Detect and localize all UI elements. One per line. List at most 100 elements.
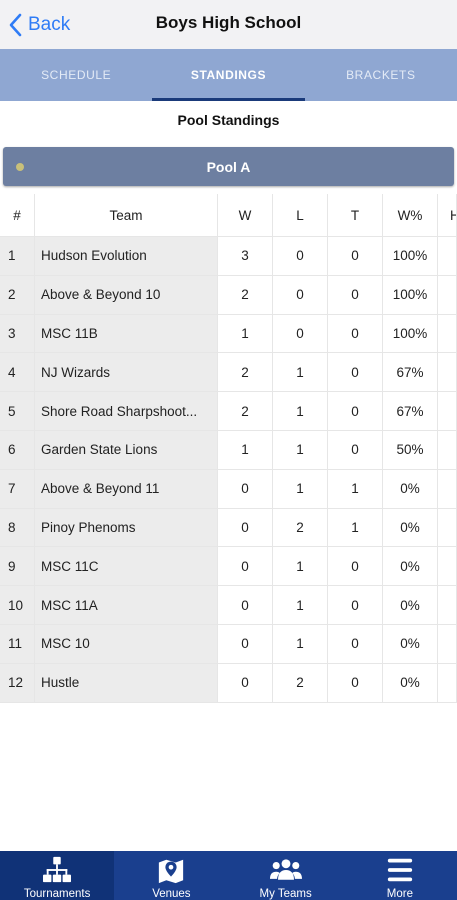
wins-cell: 1 bbox=[218, 430, 273, 470]
wins-cell: 0 bbox=[218, 624, 273, 664]
ties-cell: 0 bbox=[328, 430, 383, 470]
table-row[interactable]: 5 Shore Road Sharpshoot... 2 1 0 67% bbox=[0, 392, 457, 431]
team-name-cell: MSC 11C bbox=[35, 547, 218, 587]
table-row[interactable]: 9 MSC 11C 0 1 0 0% bbox=[0, 547, 457, 587]
table-header-row: # Team W L T W% H bbox=[0, 194, 457, 237]
header-losses[interactable]: L bbox=[273, 194, 328, 237]
table-row[interactable]: 6 Garden State Lions 1 1 0 50% bbox=[0, 430, 457, 470]
team-name: Garden State Lions bbox=[41, 442, 158, 458]
rank-cell: 9 bbox=[0, 547, 35, 587]
pool-header[interactable]: Pool A bbox=[3, 147, 454, 186]
team-name: MSC 11A bbox=[41, 597, 98, 613]
section-title: Pool Standings bbox=[177, 112, 280, 128]
tabbar-more-label: More bbox=[386, 888, 413, 900]
ties-cell: 0 bbox=[328, 547, 383, 587]
rank-cell: 1 bbox=[0, 237, 35, 276]
header-ties[interactable]: T bbox=[328, 194, 383, 237]
team-name: MSC 11B bbox=[41, 325, 98, 341]
team-name: NJ Wizards bbox=[41, 364, 111, 380]
wins-cell: 3 bbox=[218, 237, 273, 276]
rank-cell: 6 bbox=[0, 430, 35, 470]
losses-cell: 1 bbox=[273, 469, 328, 509]
header-team[interactable]: Team bbox=[35, 194, 218, 237]
wins-cell: 0 bbox=[218, 508, 273, 548]
win-pct-cell: 0% bbox=[383, 586, 438, 625]
extra-cell bbox=[438, 430, 457, 470]
menu-icon bbox=[387, 858, 413, 882]
table-row[interactable]: 1 Hudson Evolution 3 0 0 100% bbox=[0, 237, 457, 276]
wins-cell: 2 bbox=[218, 353, 273, 393]
tabbar-venues[interactable]: Venues bbox=[114, 851, 228, 900]
team-name: Above & Beyond 11 bbox=[41, 481, 160, 497]
table-row[interactable]: 10 MSC 11A 0 1 0 0% bbox=[0, 586, 457, 625]
team-name-cell: Above & Beyond 10 bbox=[35, 275, 218, 315]
page-title: Boys High School bbox=[155, 13, 302, 32]
ties-cell: 0 bbox=[328, 353, 383, 393]
losses-cell: 2 bbox=[273, 663, 328, 703]
table-row[interactable]: 11 MSC 10 0 1 0 0% bbox=[0, 624, 457, 664]
header-num[interactable]: # bbox=[0, 194, 35, 237]
ties-cell: 0 bbox=[328, 663, 383, 703]
rank-cell: 10 bbox=[0, 586, 35, 625]
rank-cell: 5 bbox=[0, 392, 35, 431]
losses-cell: 1 bbox=[273, 624, 328, 664]
losses-cell: 0 bbox=[273, 314, 328, 354]
table-row[interactable]: 12 Hustle 0 2 0 0% bbox=[0, 663, 457, 703]
team-name-cell: Hudson Evolution bbox=[35, 237, 218, 276]
header-win-pct[interactable]: W% bbox=[383, 194, 438, 237]
team-name-cell: Pinoy Phenoms bbox=[35, 508, 218, 548]
losses-cell: 2 bbox=[273, 508, 328, 548]
table-row[interactable]: 8 Pinoy Phenoms 0 2 1 0% bbox=[0, 508, 457, 548]
nav-bar: Back Boys High School bbox=[0, 0, 457, 49]
rank-cell: 4 bbox=[0, 353, 35, 393]
table-row[interactable]: 3 MSC 11B 1 0 0 100% bbox=[0, 314, 457, 354]
header-wins[interactable]: W bbox=[218, 194, 273, 237]
extra-cell bbox=[438, 469, 457, 509]
tabbar-more[interactable]: More bbox=[343, 851, 457, 900]
tab-standings[interactable]: STANDINGS bbox=[152, 49, 305, 101]
win-pct-cell: 100% bbox=[383, 275, 438, 315]
extra-cell bbox=[438, 353, 457, 393]
team-name: Above & Beyond 10 bbox=[41, 287, 161, 303]
extra-cell bbox=[438, 314, 457, 354]
rank-cell: 8 bbox=[0, 508, 35, 548]
win-pct-cell: 0% bbox=[383, 663, 438, 703]
team-name-cell: Shore Road Sharpshoot... bbox=[35, 392, 218, 431]
tab-brackets[interactable]: BRACKETS bbox=[305, 49, 457, 101]
team-name: MSC 10 bbox=[41, 636, 90, 652]
win-pct-cell: 0% bbox=[383, 508, 438, 548]
team-name-cell: Above & Beyond 11 bbox=[35, 469, 218, 509]
tab-schedule[interactable]: SCHEDULE bbox=[0, 49, 152, 101]
losses-cell: 1 bbox=[273, 353, 328, 393]
rank-cell: 2 bbox=[0, 275, 35, 315]
team-name: Pinoy Phenoms bbox=[41, 519, 136, 535]
wins-cell: 0 bbox=[218, 469, 273, 509]
table-row[interactable]: 2 Above & Beyond 10 2 0 0 100% bbox=[0, 275, 457, 315]
win-pct-cell: 50% bbox=[383, 430, 438, 470]
ties-cell: 1 bbox=[328, 508, 383, 548]
wins-cell: 0 bbox=[218, 547, 273, 587]
header-extra[interactable]: H bbox=[438, 194, 457, 237]
team-icon bbox=[269, 859, 302, 880]
tabbar-my-teams[interactable]: My Teams bbox=[229, 851, 343, 900]
extra-cell bbox=[438, 392, 457, 431]
losses-cell: 1 bbox=[273, 430, 328, 470]
table-row[interactable]: 4 NJ Wizards 2 1 0 67% bbox=[0, 353, 457, 393]
win-pct-cell: 0% bbox=[383, 469, 438, 509]
win-pct-cell: 67% bbox=[383, 353, 438, 393]
losses-cell: 0 bbox=[273, 237, 328, 276]
segment-tabs: SCHEDULE STANDINGS BRACKETS bbox=[0, 49, 457, 101]
map-icon bbox=[159, 859, 184, 884]
win-pct-cell: 0% bbox=[383, 624, 438, 664]
team-name-cell: Garden State Lions bbox=[35, 430, 218, 470]
wins-cell: 1 bbox=[218, 314, 273, 354]
table-row[interactable]: 7 Above & Beyond 11 0 1 1 0% bbox=[0, 469, 457, 509]
losses-cell: 1 bbox=[273, 547, 328, 587]
tabbar-tournaments[interactable]: Tournaments bbox=[0, 851, 115, 900]
standings-table: # Team W L T W% H 1Hudson Evolution30010… bbox=[0, 194, 457, 703]
pool-status-dot bbox=[16, 163, 24, 171]
win-pct-cell: 100% bbox=[383, 237, 438, 276]
ties-cell: 0 bbox=[328, 586, 383, 625]
team-name-cell: MSC 11B bbox=[35, 314, 218, 354]
wins-cell: 2 bbox=[218, 392, 273, 431]
